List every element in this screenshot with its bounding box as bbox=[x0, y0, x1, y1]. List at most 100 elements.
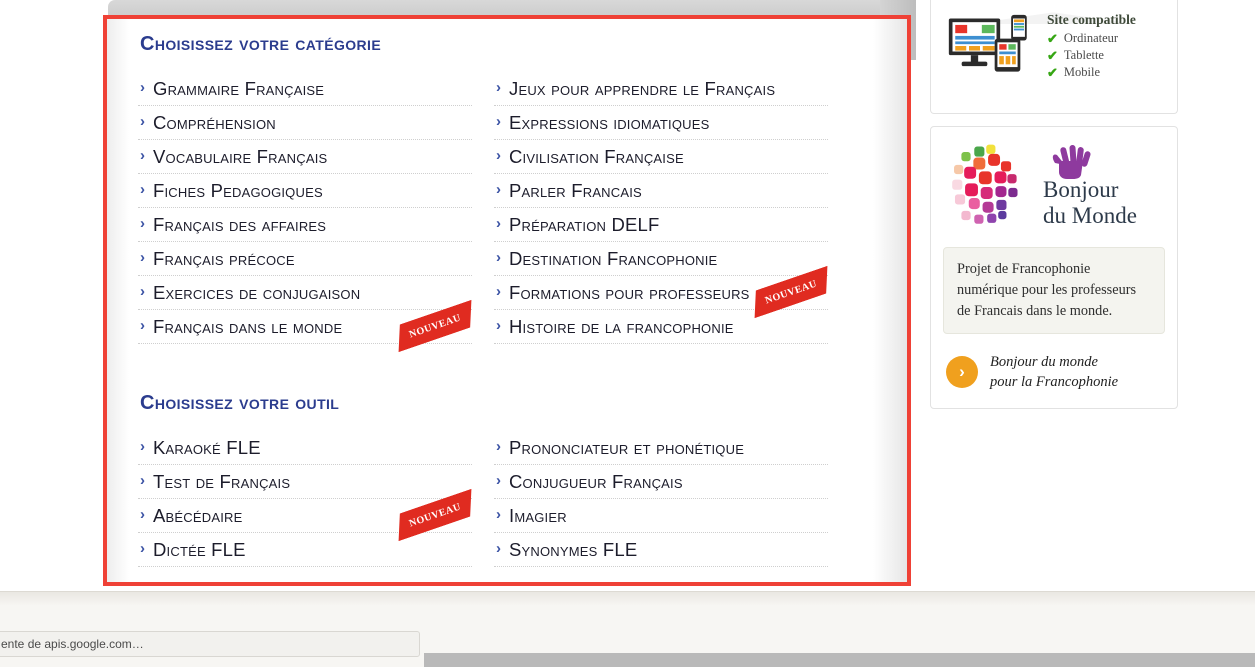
arrow-right-icon[interactable]: › bbox=[946, 356, 978, 388]
category-item-label: Histoire de la francophonie bbox=[509, 315, 734, 337]
chevron-right-icon: › bbox=[140, 215, 145, 232]
chevron-right-icon: › bbox=[140, 317, 145, 334]
category-item[interactable]: › Compréhension bbox=[138, 106, 472, 140]
tools-right-column: › Prononciateur et phonétique › Conjugueur … bbox=[494, 431, 828, 567]
tool-item-label: Synonymes FLE bbox=[509, 538, 638, 560]
chevron-right-icon: › bbox=[496, 438, 501, 455]
chevron-right-icon: › bbox=[140, 181, 145, 198]
chevron-right-icon: › bbox=[496, 283, 501, 300]
category-item-label: Grammaire Française bbox=[153, 77, 325, 99]
categories-left-column: › Grammaire Française › Compréhension › Vocab… bbox=[138, 72, 472, 344]
category-item[interactable]: › Civilisation Française bbox=[494, 140, 828, 174]
category-item[interactable]: › Français dans le monde NOUVEAU bbox=[138, 310, 472, 344]
nouveau-ribbon-label: NOUVEAU bbox=[407, 500, 463, 530]
category-item-label: Exercices de conjugaison bbox=[153, 281, 361, 303]
chevron-right-icon: › bbox=[140, 147, 145, 164]
mosaic-globe-icon bbox=[952, 144, 1018, 224]
category-item[interactable]: › Formations pour professeurs NOUVEAU bbox=[494, 276, 828, 310]
chevron-right-icon: › bbox=[140, 540, 145, 557]
compatibility-text-block: Site compatible ✔ Ordinateur ✔ Tablette … bbox=[1047, 10, 1136, 81]
check-icon: ✔ bbox=[1047, 65, 1058, 80]
category-item-label: Expressions idiomatiques bbox=[509, 111, 710, 133]
chevron-right-icon: › bbox=[140, 506, 145, 523]
tool-item[interactable]: › Test de Français bbox=[138, 465, 472, 499]
category-item-label: Fiches Pedagogiques bbox=[153, 179, 323, 201]
page-bottom-shadow bbox=[0, 591, 1255, 605]
hand-icon bbox=[1052, 145, 1091, 179]
categories-section-title: Choisissez votre catégorie bbox=[140, 33, 382, 55]
status-bubble: ente de apis.google.com… bbox=[0, 631, 420, 657]
chevron-right-icon: › bbox=[496, 317, 501, 334]
category-item-label: Français dans le monde bbox=[153, 315, 343, 337]
chevron-right-icon: › bbox=[496, 113, 501, 130]
compatibility-item: ✔ Tablette bbox=[1047, 47, 1136, 64]
bonjour-du-monde-wordmark: Bonjour du Monde bbox=[1043, 145, 1137, 229]
tool-item-label: Imagier bbox=[509, 504, 567, 526]
status-text: ente de apis.google.com… bbox=[1, 637, 144, 651]
browser-bottom-chrome: ente de apis.google.com… bbox=[0, 605, 1255, 667]
chevron-right-icon: › bbox=[496, 215, 501, 232]
tool-item-label: Dictée FLE bbox=[153, 538, 246, 560]
tool-item[interactable]: › Synonymes FLE bbox=[494, 533, 828, 567]
category-item-label: Formations pour professeurs bbox=[509, 281, 750, 303]
category-item[interactable]: › Français précoce bbox=[138, 242, 472, 276]
category-item[interactable]: › Français des affaires bbox=[138, 208, 472, 242]
tool-item[interactable]: › Karaoké FLE bbox=[138, 431, 472, 465]
chevron-right-icon: › bbox=[140, 113, 145, 130]
category-item-label: Compréhension bbox=[153, 111, 276, 133]
tool-item-label: Karaoké FLE bbox=[153, 436, 261, 458]
tool-item-label: Prononciateur et phonétique bbox=[509, 436, 745, 458]
right-sidebar: Site compatible ✔ Ordinateur ✔ Tablette … bbox=[930, 0, 1178, 409]
chevron-right-icon: › bbox=[140, 79, 145, 96]
devices-illustration bbox=[948, 14, 1027, 72]
category-item-label: Parler Francais bbox=[509, 179, 642, 201]
compatibility-item-label: Ordinateur bbox=[1063, 31, 1119, 45]
tool-item[interactable]: › Conjugueur Français bbox=[494, 465, 828, 499]
chevron-right-icon: › bbox=[496, 147, 501, 164]
link-line1: Bonjour du monde bbox=[990, 354, 1098, 370]
tools-left-column: › Karaoké FLE › Test de Français › Abécédaire… bbox=[138, 431, 472, 567]
bonjour-du-monde-description: Projet de Francophonie numérique pour le… bbox=[943, 247, 1165, 334]
bonjour-du-monde-link[interactable]: › Bonjour du monde pour la Francophonie bbox=[943, 352, 1165, 392]
category-item-label: Français des affaires bbox=[153, 213, 327, 235]
category-item[interactable]: › Jeux pour apprendre le Français bbox=[494, 72, 828, 106]
tool-item[interactable]: › Prononciateur et phonétique bbox=[494, 431, 828, 465]
tools-columns: › Karaoké FLE › Test de Français › Abécédaire… bbox=[138, 431, 867, 567]
category-item[interactable]: › Fiches Pedagogiques bbox=[138, 174, 472, 208]
chevron-right-icon: › bbox=[496, 506, 501, 523]
compatibility-item-label: Mobile bbox=[1063, 65, 1101, 79]
compatibility-item-label: Tablette bbox=[1063, 48, 1104, 62]
tools-left-list: › Karaoké FLE › Test de Français › Abécédaire… bbox=[138, 431, 472, 567]
tool-item-label: Abécédaire bbox=[153, 504, 243, 526]
tool-item[interactable]: › Abécédaire NOUVEAU bbox=[138, 499, 472, 533]
category-item[interactable]: › Préparation DELF bbox=[494, 208, 828, 242]
category-item[interactable]: › Histoire de la francophonie bbox=[494, 310, 828, 344]
bonjour-du-monde-link-text: Bonjour du monde pour la Francophonie bbox=[990, 352, 1118, 392]
nouveau-ribbon-label: NOUVEAU bbox=[763, 277, 819, 307]
tool-item[interactable]: › Imagier bbox=[494, 499, 828, 533]
chevron-right-icon: › bbox=[496, 79, 501, 96]
site-compatibility-widget: Site compatible ✔ Ordinateur ✔ Tablette … bbox=[930, 0, 1178, 114]
check-icon: ✔ bbox=[1047, 48, 1058, 63]
link-line2: pour la Francophonie bbox=[990, 374, 1119, 390]
horizontal-scrollbar[interactable] bbox=[424, 653, 1255, 667]
category-item[interactable]: › Grammaire Française bbox=[138, 72, 472, 106]
tool-item[interactable]: › Dictée FLE bbox=[138, 533, 472, 567]
bonjour-du-monde-widget: Bonjour du Monde Projet de Francophonie … bbox=[930, 126, 1178, 409]
category-item[interactable]: › Expressions idiomatiques bbox=[494, 106, 828, 140]
tool-item-label: Test de Français bbox=[153, 470, 291, 492]
categories-columns: › Grammaire Française › Compréhension › Vocab… bbox=[138, 72, 867, 344]
compatibility-item: ✔ Ordinateur bbox=[1047, 30, 1136, 47]
category-item[interactable]: › Destination Francophonie bbox=[494, 242, 828, 276]
chevron-right-icon: › bbox=[496, 181, 501, 198]
chevron-right-icon: › bbox=[496, 472, 501, 489]
main-content-panel: Choisissez votre catégorie › Grammaire Fr… bbox=[107, 19, 907, 582]
tools-right-list: › Prononciateur et phonétique › Conjugueur … bbox=[494, 431, 828, 567]
category-item[interactable]: › Parler Francais bbox=[494, 174, 828, 208]
chevron-right-icon: › bbox=[140, 283, 145, 300]
category-item[interactable]: › Exercices de conjugaison bbox=[138, 276, 472, 310]
compatibility-title: Site compatible bbox=[1047, 12, 1136, 27]
category-item[interactable]: › Vocabulaire Français bbox=[138, 140, 472, 174]
bonjour-du-monde-logo-row[interactable]: Bonjour du Monde bbox=[943, 141, 1165, 233]
